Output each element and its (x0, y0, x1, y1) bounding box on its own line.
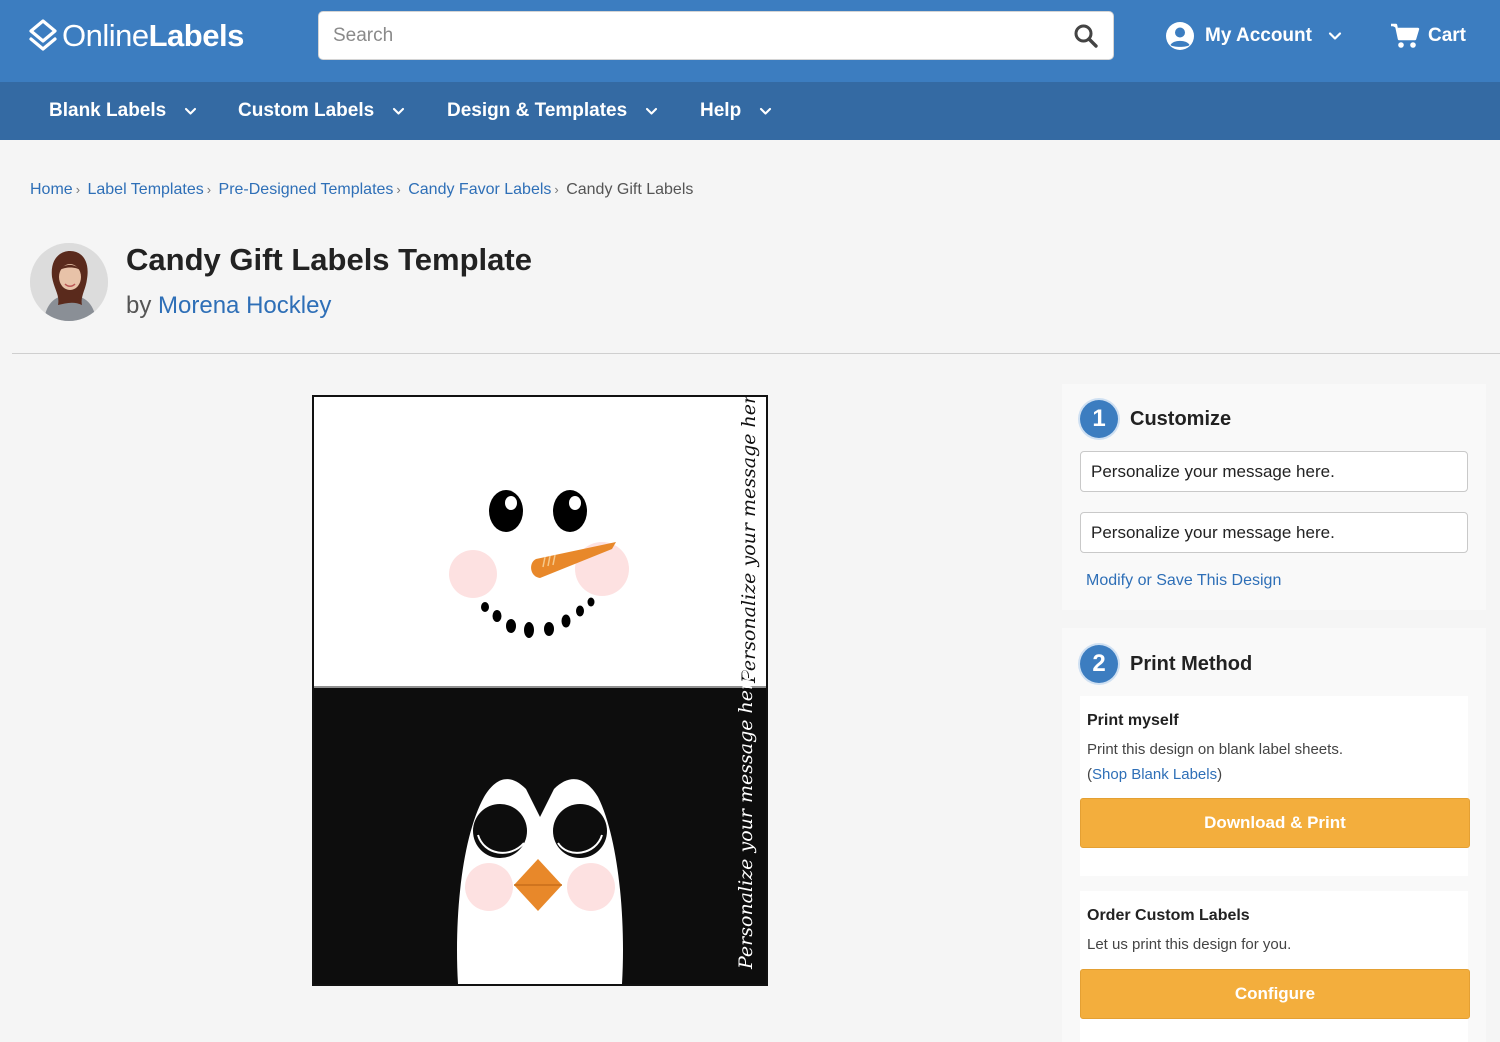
print-method-step-header: 2 Print Method (1080, 645, 1252, 683)
chevron-down-icon (185, 107, 197, 115)
my-account-label: My Account (1205, 25, 1312, 46)
message-field-1[interactable] (1081, 452, 1467, 491)
breadcrumb-candy-favor-labels[interactable]: Candy Favor Labels (408, 181, 551, 198)
breadcrumb-separator: › (396, 182, 401, 197)
snowman-label-background (314, 397, 766, 687)
author-avatar (30, 243, 108, 321)
nav-label: Design & Templates (447, 100, 628, 121)
customize-panel: 1 Customize Modify or Save This Design (1062, 384, 1486, 610)
breadcrumb: Home › Label Templates › Pre-Designed Temp… (30, 181, 693, 199)
page-title: Candy Gift Labels Template (126, 242, 532, 277)
step-number-badge: 2 (1080, 645, 1118, 683)
close-paren: ) (1217, 766, 1223, 783)
breadcrumb-pre-designed-templates[interactable]: Pre-Designed Templates (219, 181, 394, 198)
byline-prefix: by (126, 292, 152, 319)
print-myself-description: Print this design on blank label sheets. (1087, 741, 1343, 758)
cart-icon (1391, 23, 1420, 48)
breadcrumb-separator: › (554, 182, 559, 197)
label-preview-image: Personalize your message here. Personali… (314, 397, 766, 984)
configure-button[interactable]: Configure (1080, 969, 1470, 1019)
cart-link[interactable]: Cart (1390, 20, 1466, 52)
print-method-heading: Print Method (1130, 652, 1253, 675)
nav-label: Blank Labels (49, 100, 167, 121)
print-method-panel: 2 Print Method Print myself Print this d… (1062, 628, 1486, 1042)
message-field-2[interactable] (1081, 513, 1467, 552)
cart-label: Cart (1428, 25, 1467, 46)
my-account-menu[interactable]: My Account (1165, 19, 1342, 53)
header-divider (12, 353, 1500, 354)
search-box (318, 11, 1114, 60)
order-custom-labels-description: Let us print this design for you. (1087, 936, 1292, 953)
breadcrumb-separator: › (206, 182, 212, 197)
nav-help[interactable]: Help (700, 82, 772, 140)
order-custom-labels-title: Order Custom Labels (1087, 907, 1250, 924)
author-photo-image (30, 243, 108, 321)
shop-blank-labels-link[interactable]: Shop Blank Labels (1092, 766, 1217, 783)
modify-save-design-link[interactable]: Modify or Save This Design (1086, 572, 1281, 590)
snowman-message-text: Personalize your message here. (738, 397, 760, 684)
author-byline: by Morena Hockley (126, 292, 331, 320)
breadcrumb-home[interactable]: Home (30, 181, 73, 198)
nav-blank-labels[interactable]: Blank Labels (49, 82, 197, 140)
label-preview: Personalize your message here. Personali… (312, 395, 768, 986)
print-myself-title: Print myself (1087, 712, 1179, 729)
breadcrumb-label-templates[interactable]: Label Templates (87, 181, 203, 198)
nav-label: Help (700, 100, 742, 121)
step-number-badge: 1 (1080, 400, 1118, 438)
site-logo[interactable]: OnlineLabels (28, 16, 244, 56)
user-icon (1166, 22, 1194, 50)
author-link[interactable]: Morena Hockley (158, 292, 331, 319)
shop-blank-labels-line: (Shop Blank Labels) (1087, 766, 1222, 783)
order-custom-labels-option: Order Custom Labels Let us print this de… (1080, 891, 1470, 1042)
message-field-2-wrapper (1080, 512, 1468, 553)
breadcrumb-separator: › (75, 182, 81, 197)
logo-icon (29, 19, 57, 51)
nav-design-templates[interactable]: Design & Templates (447, 82, 658, 140)
breadcrumb-current: Candy Gift Labels (566, 181, 694, 198)
search-input[interactable] (319, 12, 1059, 59)
top-header: OnlineLabels My Account Cart (0, 0, 1500, 82)
main-nav: Blank Labels Custom Labels Design & Temp… (0, 82, 1500, 140)
nav-custom-labels[interactable]: Custom Labels (238, 82, 405, 140)
search-icon[interactable] (1073, 23, 1099, 49)
logo-text: OnlineLabels (62, 18, 244, 53)
chevron-down-icon (393, 107, 405, 115)
penguin-message-text: Personalize your message here. (735, 664, 757, 970)
chevron-down-icon (1328, 32, 1342, 40)
customize-step-header: 1 Customize (1080, 400, 1231, 438)
message-field-1-wrapper (1080, 451, 1468, 492)
chevron-down-icon (646, 107, 658, 115)
customize-heading: Customize (1130, 407, 1232, 430)
chevron-down-icon (760, 107, 772, 115)
nav-label: Custom Labels (238, 100, 375, 121)
print-myself-option: Print myself Print this design on blank … (1080, 696, 1470, 876)
download-print-button[interactable]: Download & Print (1080, 798, 1470, 848)
